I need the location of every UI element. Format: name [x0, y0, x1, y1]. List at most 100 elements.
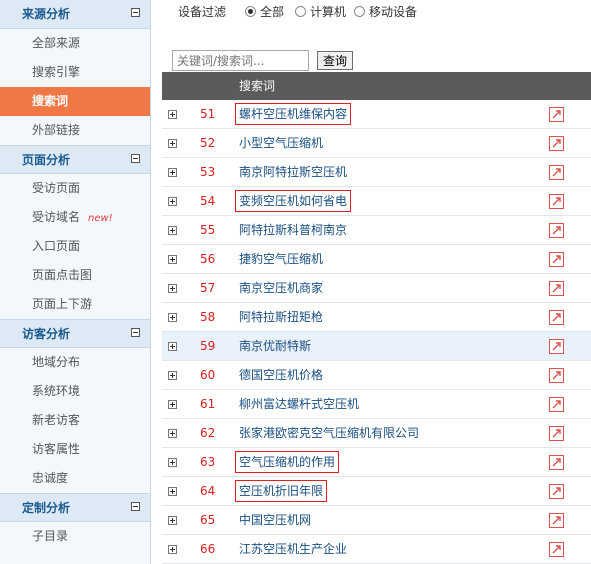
sidebar-item[interactable]: 页面上下游 [0, 290, 150, 319]
row-number: 56 [200, 252, 216, 266]
keyword-link[interactable]: 南京空压机商家 [239, 274, 323, 303]
keyword-link[interactable]: 捷豹空气压缩机 [239, 245, 323, 274]
sidebar-section-title: 访客分析 [22, 327, 71, 341]
expand-icon[interactable] [168, 371, 177, 380]
keyword-link[interactable]: 张家港欧密克空气压缩机有限公司 [239, 419, 419, 448]
external-link-icon[interactable] [549, 513, 564, 528]
sidebar-section-header[interactable]: 来源分析 [0, 0, 150, 29]
radio-all-label[interactable]: 全部 [260, 0, 284, 24]
external-link-icon[interactable] [549, 542, 564, 557]
keyword-link[interactable]: 德国空压机价格 [239, 361, 323, 390]
expand-icon[interactable] [168, 197, 177, 206]
table-row: 54 变频空压机如何省电 [162, 187, 591, 216]
radio-mobile-label[interactable]: 移动设备 [369, 0, 417, 24]
sidebar-item[interactable]: 外部链接 [0, 116, 150, 145]
sidebar-section-title: 定制分析 [22, 501, 71, 515]
external-link-icon[interactable] [549, 136, 564, 151]
sidebar-section-header[interactable]: 定制分析 [0, 493, 150, 522]
external-link-icon[interactable] [549, 165, 564, 180]
sidebar-item[interactable]: 忠诚度 [0, 464, 150, 493]
external-link-icon[interactable] [549, 194, 564, 209]
expand-icon[interactable] [168, 400, 177, 409]
keyword-link[interactable]: 江苏空压机生产企业 [239, 535, 347, 564]
expand-icon[interactable] [168, 429, 177, 438]
sidebar-item-label: 外部链接 [32, 123, 81, 137]
expand-icon[interactable] [168, 226, 177, 235]
sidebar-item[interactable]: 受访域名 new! [0, 203, 150, 232]
sidebar-item[interactable]: 地域分布 [0, 348, 150, 377]
expand-icon[interactable] [168, 516, 177, 525]
sidebar-item[interactable]: 子目录 [0, 522, 150, 551]
sidebar-section-header[interactable]: 访客分析 [0, 319, 150, 348]
external-link-icon[interactable] [549, 368, 564, 383]
external-link-icon[interactable] [549, 107, 564, 122]
row-number: 57 [200, 281, 216, 295]
external-link-icon[interactable] [549, 252, 564, 267]
external-link-icon[interactable] [549, 310, 564, 325]
radio-computer[interactable] [295, 6, 306, 17]
expand-icon[interactable] [168, 458, 177, 467]
table-row: 64 空压机折旧年限 [162, 477, 591, 506]
keyword-link[interactable]: 柳州富达螺杆式空压机 [239, 390, 359, 419]
radio-computer-label[interactable]: 计算机 [310, 0, 346, 24]
keyword-link[interactable]: 阿特拉斯科普柯南京 [239, 216, 347, 245]
expand-icon[interactable] [168, 284, 177, 293]
collapse-icon[interactable] [131, 8, 140, 17]
sidebar-item[interactable]: 受访页面 [0, 174, 150, 203]
radio-all[interactable] [245, 6, 256, 17]
table-row: 58 阿特拉斯扭矩枪 [162, 303, 591, 332]
collapse-icon[interactable] [131, 154, 140, 163]
expand-icon[interactable] [168, 342, 177, 351]
keyword-link[interactable]: 中国空压机网 [239, 506, 311, 535]
column-header-keyword: 搜索词 [239, 79, 276, 93]
collapse-icon[interactable] [131, 502, 140, 511]
sidebar-section-header[interactable]: 页面分析 [0, 145, 150, 174]
external-link-icon[interactable] [549, 484, 564, 499]
expand-icon[interactable] [168, 255, 177, 264]
sidebar-item[interactable]: 全部来源 [0, 29, 150, 58]
device-filter-label: 设备过滤 [178, 5, 227, 19]
sidebar-section-title: 来源分析 [22, 7, 71, 21]
external-link-icon[interactable] [549, 281, 564, 296]
main-panel: 设备过滤 全部 计算机 移动设备 查询 搜索词 51 螺杆空压机维保内容 52 小型空… [162, 0, 591, 564]
external-link-icon[interactable] [549, 339, 564, 354]
expand-icon[interactable] [168, 168, 177, 177]
expand-icon[interactable] [168, 313, 177, 322]
table-row: 57 南京空压机商家 [162, 274, 591, 303]
expand-icon[interactable] [168, 545, 177, 554]
external-link-icon[interactable] [549, 455, 564, 470]
table-row: 53 南京阿特拉斯空压机 [162, 158, 591, 187]
expand-icon[interactable] [168, 487, 177, 496]
search-button[interactable]: 查询 [317, 51, 353, 70]
sidebar-item[interactable]: 页面点击图 [0, 261, 150, 290]
sidebar-item[interactable]: 入口页面 [0, 232, 150, 261]
sidebar-item[interactable]: 新老访客 [0, 406, 150, 435]
collapse-icon[interactable] [131, 328, 140, 337]
keyword-link[interactable]: 南京优耐特斯 [239, 332, 311, 361]
keyword-link[interactable]: 小型空气压缩机 [239, 129, 323, 158]
external-link-icon[interactable] [549, 426, 564, 441]
keyword-link[interactable]: 变频空压机如何省电 [239, 187, 347, 216]
radio-mobile[interactable] [354, 6, 365, 17]
keyword-link[interactable]: 空压机折旧年限 [239, 477, 323, 506]
table-row: 62 张家港欧密克空气压缩机有限公司 [162, 419, 591, 448]
expand-icon[interactable] [168, 139, 177, 148]
sidebar-section-title: 页面分析 [22, 153, 71, 167]
sidebar-item[interactable]: 搜索引擎 [0, 58, 150, 87]
row-number: 62 [200, 426, 216, 440]
keyword-link[interactable]: 空气压缩机的作用 [239, 448, 335, 477]
row-number: 66 [200, 542, 216, 556]
keyword-link[interactable]: 螺杆空压机维保内容 [239, 100, 347, 129]
external-link-icon[interactable] [549, 397, 564, 412]
expand-icon[interactable] [168, 110, 177, 119]
search-input[interactable] [172, 50, 309, 71]
keyword-link[interactable]: 南京阿特拉斯空压机 [239, 158, 347, 187]
keyword-link[interactable]: 阿特拉斯扭矩枪 [239, 303, 323, 332]
row-number: 52 [200, 136, 216, 150]
sidebar-item-label: 页面点击图 [32, 268, 93, 282]
table-header: 搜索词 [162, 72, 591, 100]
external-link-icon[interactable] [549, 223, 564, 238]
sidebar-item[interactable]: 系统环境 [0, 377, 150, 406]
sidebar-item[interactable]: 访客属性 [0, 435, 150, 464]
sidebar-item[interactable]: 搜索词 [0, 87, 150, 116]
